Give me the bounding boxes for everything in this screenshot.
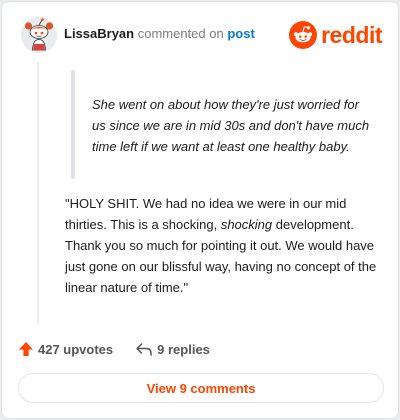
view-comments-button[interactable]: View 9 comments xyxy=(18,373,384,403)
reddit-logo-icon xyxy=(289,21,318,49)
replies-count: 9 replies xyxy=(157,341,210,357)
comment-card: LissaBryan commented on post reddit She … xyxy=(1,1,399,419)
upvote-count: 427 upvotes xyxy=(38,341,114,357)
snoo-avatar-icon[interactable] xyxy=(21,17,57,53)
reddit-logo[interactable]: reddit xyxy=(289,18,382,52)
username-link[interactable]: LissaBryan xyxy=(64,26,134,41)
comment-meta: LissaBryan commented on post xyxy=(64,26,255,41)
quote-bar xyxy=(71,70,75,179)
comment-body: "HOLY SHIT. We had no idea we were in ou… xyxy=(65,193,385,298)
reply-arrow-icon xyxy=(136,343,152,356)
comment-actions: 427 upvotes 9 replies xyxy=(18,339,210,359)
comment-header: LissaBryan commented on post reddit xyxy=(17,15,382,55)
upvote-button[interactable]: 427 upvotes xyxy=(18,341,113,357)
post-link[interactable]: post xyxy=(227,26,254,41)
replies-button[interactable]: 9 replies xyxy=(135,341,210,357)
action-text: commented on xyxy=(137,26,224,41)
thread-line[interactable] xyxy=(37,62,39,324)
brand-wordmark: reddit xyxy=(321,21,382,48)
quoted-text: She went on about how they're just worri… xyxy=(92,97,370,154)
comment-body-emphasis: shocking xyxy=(220,217,273,232)
upvote-arrow-icon xyxy=(19,342,33,356)
